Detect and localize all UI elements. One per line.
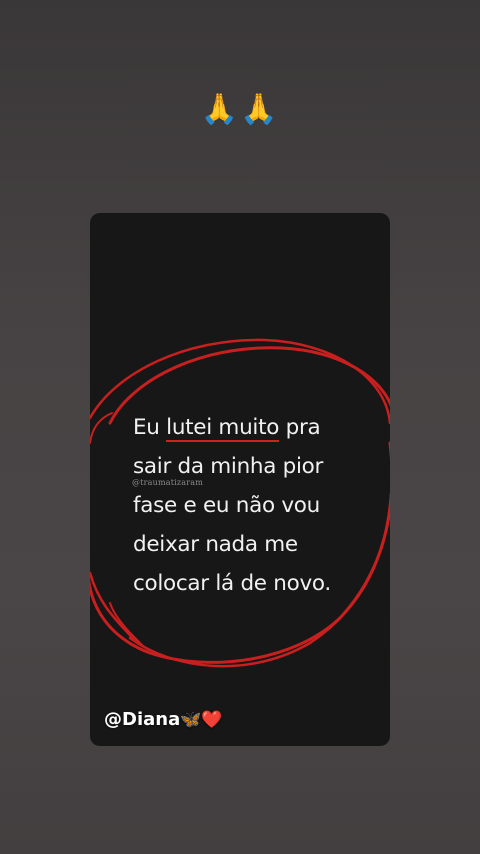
quote-underlined-words: lutei muito (166, 415, 280, 442)
story-view[interactable]: 🙏🙏 Eu lutei muito pra sair da minha pior… (0, 0, 480, 854)
quote-card-image: Eu lutei muito pra sair da minha pior fa… (90, 213, 390, 746)
quote-line-5: colocar lá de novo. (133, 571, 331, 596)
quote-line-3: fase e eu não vou (133, 493, 320, 518)
butterfly-heart-emoji: 🦋❤️ (180, 710, 223, 730)
watermark-text: @traumatizaram (132, 478, 204, 487)
mention-username[interactable]: @Diana (104, 709, 180, 730)
mention-sticker[interactable]: @Diana🦋❤️ (104, 708, 223, 732)
quote-line-1-start: Eu (133, 415, 167, 440)
quote-line-1-end: pra (279, 415, 321, 440)
quote-line-1: Eu lutei muito pra (133, 408, 383, 447)
quote-line-4: deixar nada me (133, 532, 298, 557)
praying-hands-emoji: 🙏🙏 (200, 92, 280, 127)
quote-text: Eu lutei muito pra sair da minha pior fa… (133, 408, 383, 603)
